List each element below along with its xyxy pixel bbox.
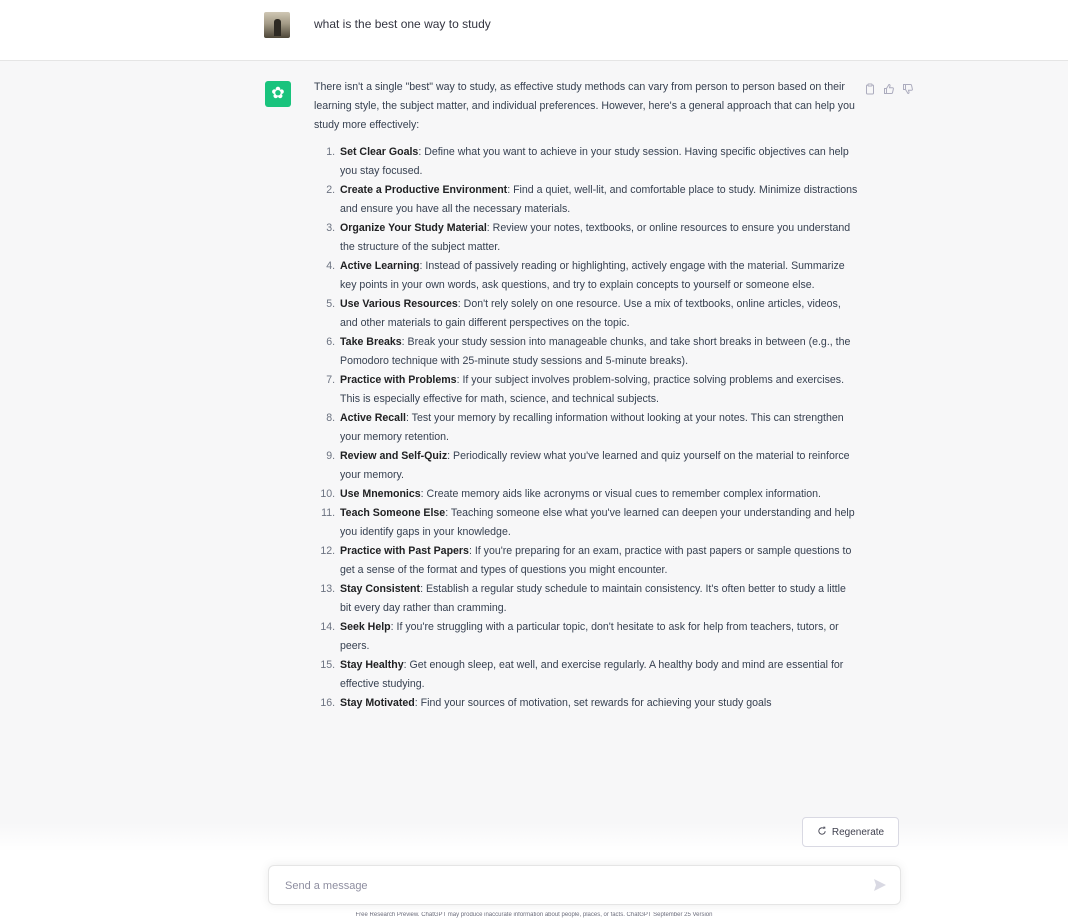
study-step-text: : Get enough sleep, eat well, and exerci… — [340, 659, 844, 690]
study-step-title: Practice with Problems — [340, 374, 457, 386]
message-composer — [268, 865, 901, 905]
study-step-title: Practice with Past Papers — [340, 545, 469, 557]
study-step: Practice with Past Papers: If you're pre… — [338, 542, 859, 580]
study-step: Set Clear Goals: Define what you want to… — [338, 143, 859, 181]
study-step: Create a Productive Environment: Find a … — [338, 181, 859, 219]
study-step-text: : Create memory aids like acronyms or vi… — [420, 488, 822, 500]
study-step-title: Use Mnemonics — [340, 488, 421, 500]
study-step-title: Organize Your Study Material — [340, 222, 487, 234]
user-message-row: what is the best one way to study — [0, 0, 1068, 61]
study-step: Active Recall: Test your memory by recal… — [338, 409, 859, 447]
study-step: Stay Consistent: Establish a regular stu… — [338, 580, 859, 618]
user-message-text: what is the best one way to study — [314, 17, 491, 31]
study-step: Practice with Problems: If your subject … — [338, 371, 859, 409]
regenerate-label: Regenerate — [831, 826, 885, 838]
message-actions — [864, 82, 914, 95]
study-step-text: : Find your sources of motivation, set r… — [414, 697, 772, 709]
study-step: Stay Healthy: Get enough sleep, eat well… — [338, 656, 859, 694]
assistant-message-row: ✿ There isn't a single "best" way to stu… — [0, 61, 1068, 861]
study-step-title: Use Various Resources — [340, 298, 458, 310]
study-step-text: : Break your study session into manageab… — [340, 336, 851, 367]
study-step: Take Breaks: Break your study session in… — [338, 333, 859, 371]
study-step-title: Create a Productive Environment — [340, 184, 508, 196]
study-step: Seek Help: If you're struggling with a p… — [338, 618, 859, 656]
response-intro: There isn't a single "best" way to study… — [314, 81, 855, 131]
study-step-title: Active Learning — [340, 260, 420, 272]
study-step-title: Stay Motivated — [340, 697, 415, 709]
study-step-title: Set Clear Goals — [340, 146, 419, 158]
study-step-text: : If you're struggling with a particular… — [340, 621, 839, 652]
refresh-icon — [817, 826, 827, 839]
study-step: Stay Motivated: Find your sources of mot… — [338, 694, 859, 713]
regenerate-button[interactable]: Regenerate — [802, 817, 899, 847]
study-step: Organize Your Study Material: Review you… — [338, 219, 859, 257]
study-step-title: Teach Someone Else — [340, 507, 446, 519]
thumbs-down-icon[interactable] — [902, 82, 914, 95]
study-step: Active Learning: Instead of passively re… — [338, 257, 859, 295]
study-step: Use Mnemonics: Create memory aids like a… — [338, 485, 859, 504]
footer-disclaimer: Free Research Preview. ChatGPT may produ… — [355, 912, 713, 918]
study-step: Teach Someone Else: Teaching someone els… — [338, 504, 859, 542]
study-step-text: : Test your memory by recalling informat… — [340, 412, 844, 443]
study-step-title: Stay Healthy — [340, 659, 404, 671]
assistant-response: There isn't a single "best" way to study… — [314, 78, 859, 713]
study-step-title: Review and Self-Quiz — [340, 450, 448, 462]
thumbs-up-icon[interactable] — [883, 82, 895, 94]
study-step: Review and Self-Quiz: Periodically revie… — [338, 447, 859, 485]
study-step: Use Various Resources: Don't rely solely… — [338, 295, 859, 333]
chatgpt-logo-icon: ✿ — [265, 81, 291, 107]
message-input[interactable] — [283, 876, 847, 896]
study-step-title: Active Recall — [340, 412, 406, 424]
study-step-title: Seek Help — [340, 621, 391, 633]
study-step-title: Take Breaks — [340, 336, 402, 348]
clipboard-icon[interactable] — [864, 82, 876, 95]
study-step-title: Stay Consistent — [340, 583, 421, 595]
study-steps-list: Set Clear Goals: Define what you want to… — [314, 143, 859, 713]
send-icon[interactable] — [872, 877, 888, 893]
user-avatar — [264, 12, 290, 38]
